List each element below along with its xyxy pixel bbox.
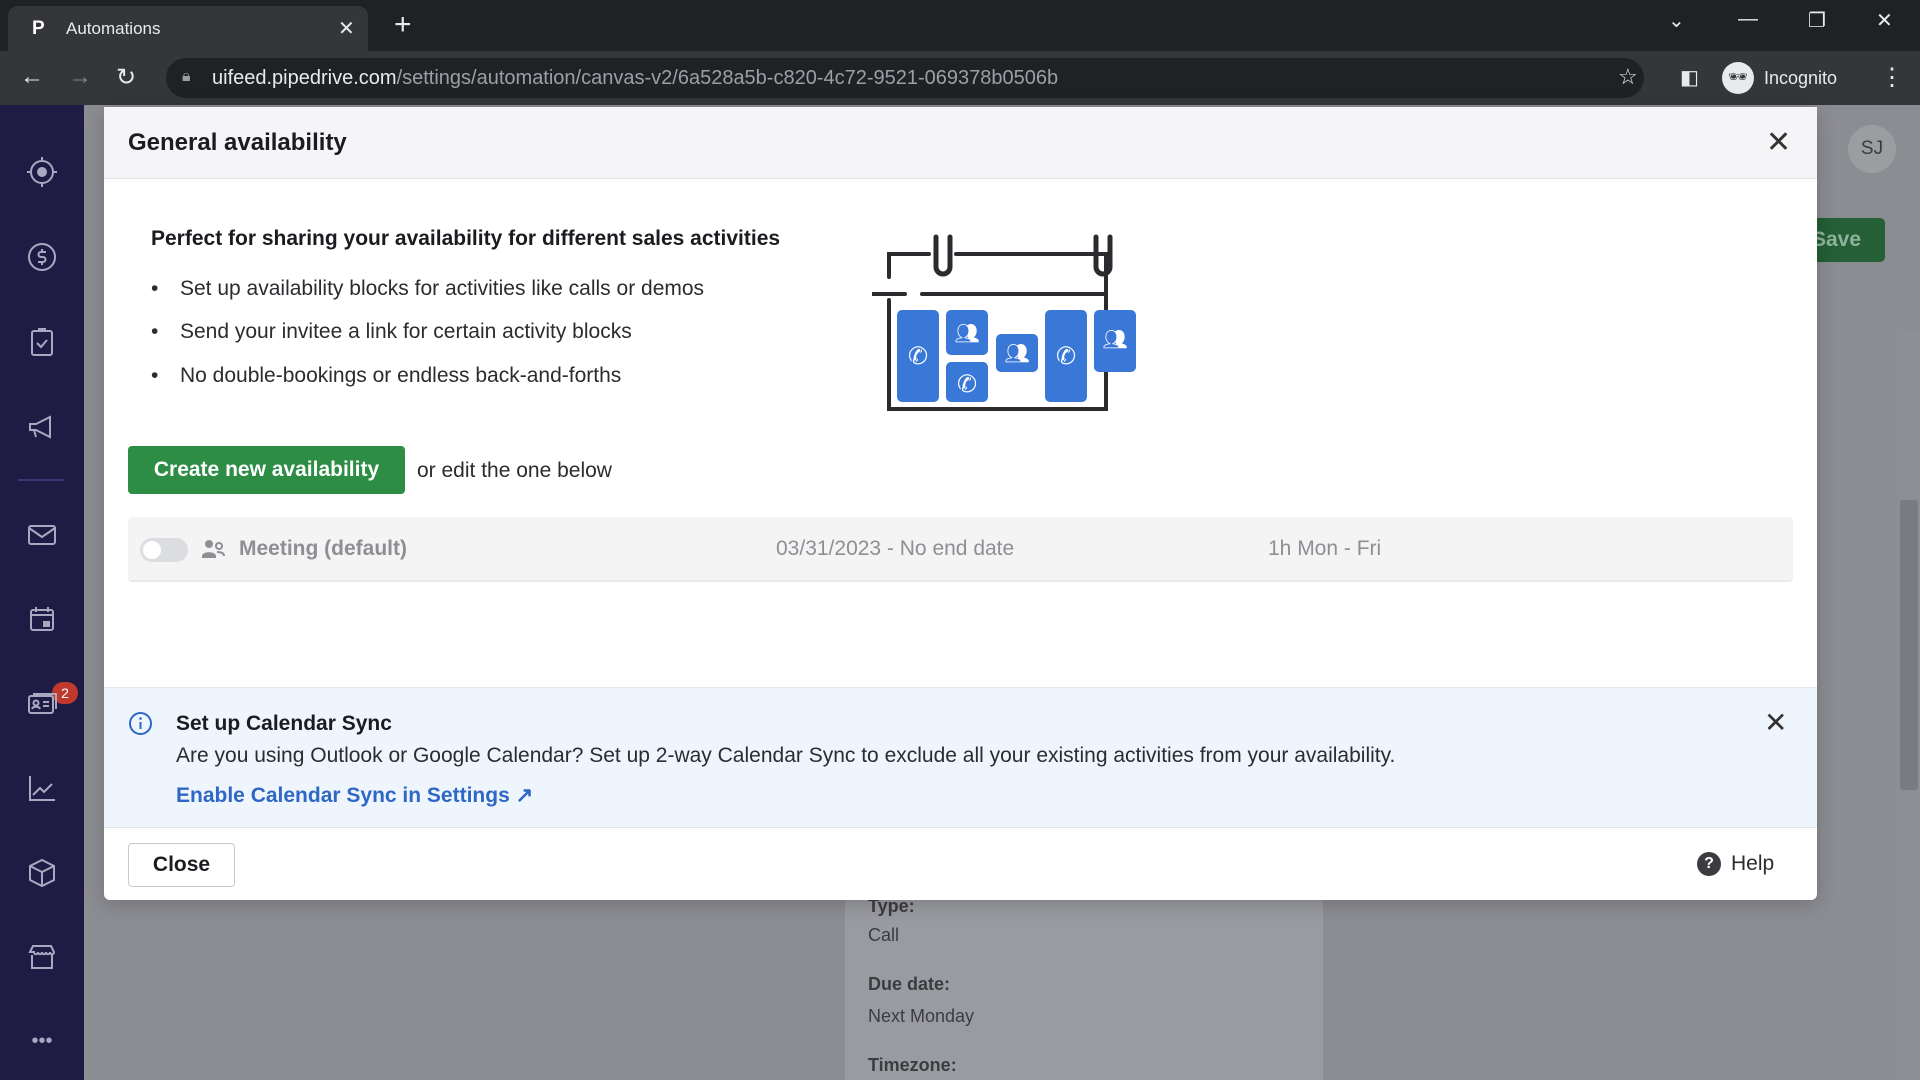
mail-icon[interactable] (20, 513, 64, 557)
bullet-text: No double-bookings or endless back-and-f… (180, 364, 622, 387)
activities-clipboard-icon[interactable] (20, 320, 64, 364)
availability-dates: 03/31/2023 - No end date (776, 537, 1015, 560)
bullet-item: Set up availability blocks for activitie… (151, 277, 704, 301)
svg-text:✆: ✆ (957, 370, 977, 398)
svg-text:👥︎: 👥︎ (1004, 341, 1029, 365)
modal-header: General availability ✕ (104, 107, 1817, 179)
or-edit-text: or edit the one below (417, 459, 612, 482)
browser-tab[interactable]: P Automations ✕ (8, 6, 368, 51)
url-text: uifeed.pipedrive.com/settings/automation… (212, 67, 1058, 90)
scrollbar-thumb[interactable] (1900, 500, 1918, 790)
calendar-illustration: ✆ ✆ ✆ 👥︎ 👥︎ 👥︎ (872, 234, 1136, 411)
bookmark-star-icon[interactable]: ☆ (1618, 64, 1638, 90)
svg-text:👥︎: 👥︎ (954, 321, 979, 345)
tab-title: Automations (66, 19, 161, 38)
availability-toggle[interactable] (140, 538, 188, 562)
banner-text: Are you using Outlook or Google Calendar… (176, 744, 1396, 767)
contacts-card-icon[interactable] (20, 682, 64, 726)
activity-details-panel: Type: Call Due date: Next Monday Timezon… (845, 896, 1323, 1080)
insights-chart-icon[interactable] (20, 766, 64, 810)
incognito-indicator[interactable]: 🕶︎ Incognito (1722, 58, 1837, 98)
bullet-text: Send your invitee a link for certain act… (180, 320, 632, 343)
pipedrive-favicon: P (32, 18, 45, 39)
due-date-label: Due date: (868, 974, 951, 994)
incognito-icon: 🕶︎ (1722, 62, 1754, 94)
browser-menu-icon[interactable]: ⋮ (1880, 63, 1904, 92)
due-date-value: Next Monday (868, 1006, 975, 1026)
back-icon[interactable]: ← (20, 63, 44, 91)
url-path: /settings/automation/canvas-v2/6a528a5b-… (396, 67, 1059, 89)
browser-tab-bar: P Automations ✕ + ⌄ — ❐ ✕ (0, 0, 1920, 51)
general-availability-modal: General availability ✕ Perfect for shari… (104, 107, 1817, 900)
deals-dollar-icon[interactable] (20, 235, 64, 279)
products-box-icon[interactable] (20, 851, 64, 895)
bullet-text: Set up availability blocks for activitie… (180, 277, 705, 300)
sidebar: 2 ••• (0, 105, 84, 1080)
close-modal-icon[interactable]: ✕ (1766, 125, 1791, 160)
minimize-icon[interactable]: — (1738, 8, 1758, 31)
tab-search-chevron-icon[interactable]: ⌄ (1668, 8, 1685, 33)
help-icon: ? (1697, 852, 1721, 876)
people-icon (202, 540, 225, 558)
bullet-item: No double-bookings or endless back-and-f… (151, 364, 621, 388)
reload-icon[interactable]: ↻ (116, 63, 136, 92)
close-button[interactable]: Close (128, 843, 235, 887)
banner-title: Set up Calendar Sync (176, 712, 392, 735)
svg-text:👥︎: 👥︎ (1102, 327, 1127, 351)
bullet-item: Send your invitee a link for certain act… (151, 320, 632, 344)
type-value: Call (868, 925, 900, 945)
close-banner-icon[interactable]: ✕ (1764, 706, 1787, 739)
restore-icon[interactable]: ❐ (1808, 8, 1826, 33)
help-label: Help (1731, 852, 1775, 875)
svg-text:✆: ✆ (1056, 342, 1076, 370)
focus-icon[interactable] (20, 150, 64, 194)
svg-text:✆: ✆ (908, 342, 928, 370)
calendar-icon[interactable] (20, 597, 64, 641)
url-host: uifeed.pipedrive.com (212, 67, 397, 89)
side-panel-icon[interactable]: ◧ (1680, 65, 1699, 90)
intro-heading: Perfect for sharing your availability fo… (151, 227, 781, 250)
close-window-icon[interactable]: ✕ (1876, 8, 1893, 33)
create-new-availability-button[interactable]: Create new availability (128, 446, 405, 494)
calendar-sync-banner: Set up Calendar Sync Are you using Outlo… (104, 687, 1817, 828)
info-icon (129, 712, 152, 735)
new-tab-icon[interactable]: + (394, 8, 412, 42)
timezone-label: Timezone: (868, 1055, 957, 1075)
lock-icon: 🔒︎ (182, 68, 191, 85)
address-bar[interactable]: 🔒︎ uifeed.pipedrive.com/settings/automat… (166, 58, 1644, 98)
availability-name[interactable]: Meeting (default) (239, 537, 407, 561)
profile-label: Incognito (1764, 67, 1838, 88)
sidebar-divider (18, 479, 64, 481)
availability-row[interactable]: Meeting (default) 03/31/2023 - No end da… (128, 517, 1793, 582)
browser-toolbar: ← → ↻ 🔒︎ uifeed.pipedrive.com/settings/a… (0, 51, 1920, 105)
more-icon[interactable]: ••• (20, 1019, 64, 1063)
marketplace-store-icon[interactable] (20, 935, 64, 979)
modal-title: General availability (128, 129, 347, 156)
forward-icon[interactable]: → (68, 63, 92, 91)
campaigns-megaphone-icon[interactable] (20, 405, 64, 449)
availability-duration: 1h Mon - Fri (1268, 537, 1382, 560)
close-tab-icon[interactable]: ✕ (338, 16, 355, 41)
user-avatar[interactable]: SJ (1848, 125, 1896, 173)
enable-calendar-sync-link[interactable]: Enable Calendar Sync in Settings ↗ (176, 783, 533, 808)
help-button[interactable]: ? Help (1697, 852, 1774, 876)
